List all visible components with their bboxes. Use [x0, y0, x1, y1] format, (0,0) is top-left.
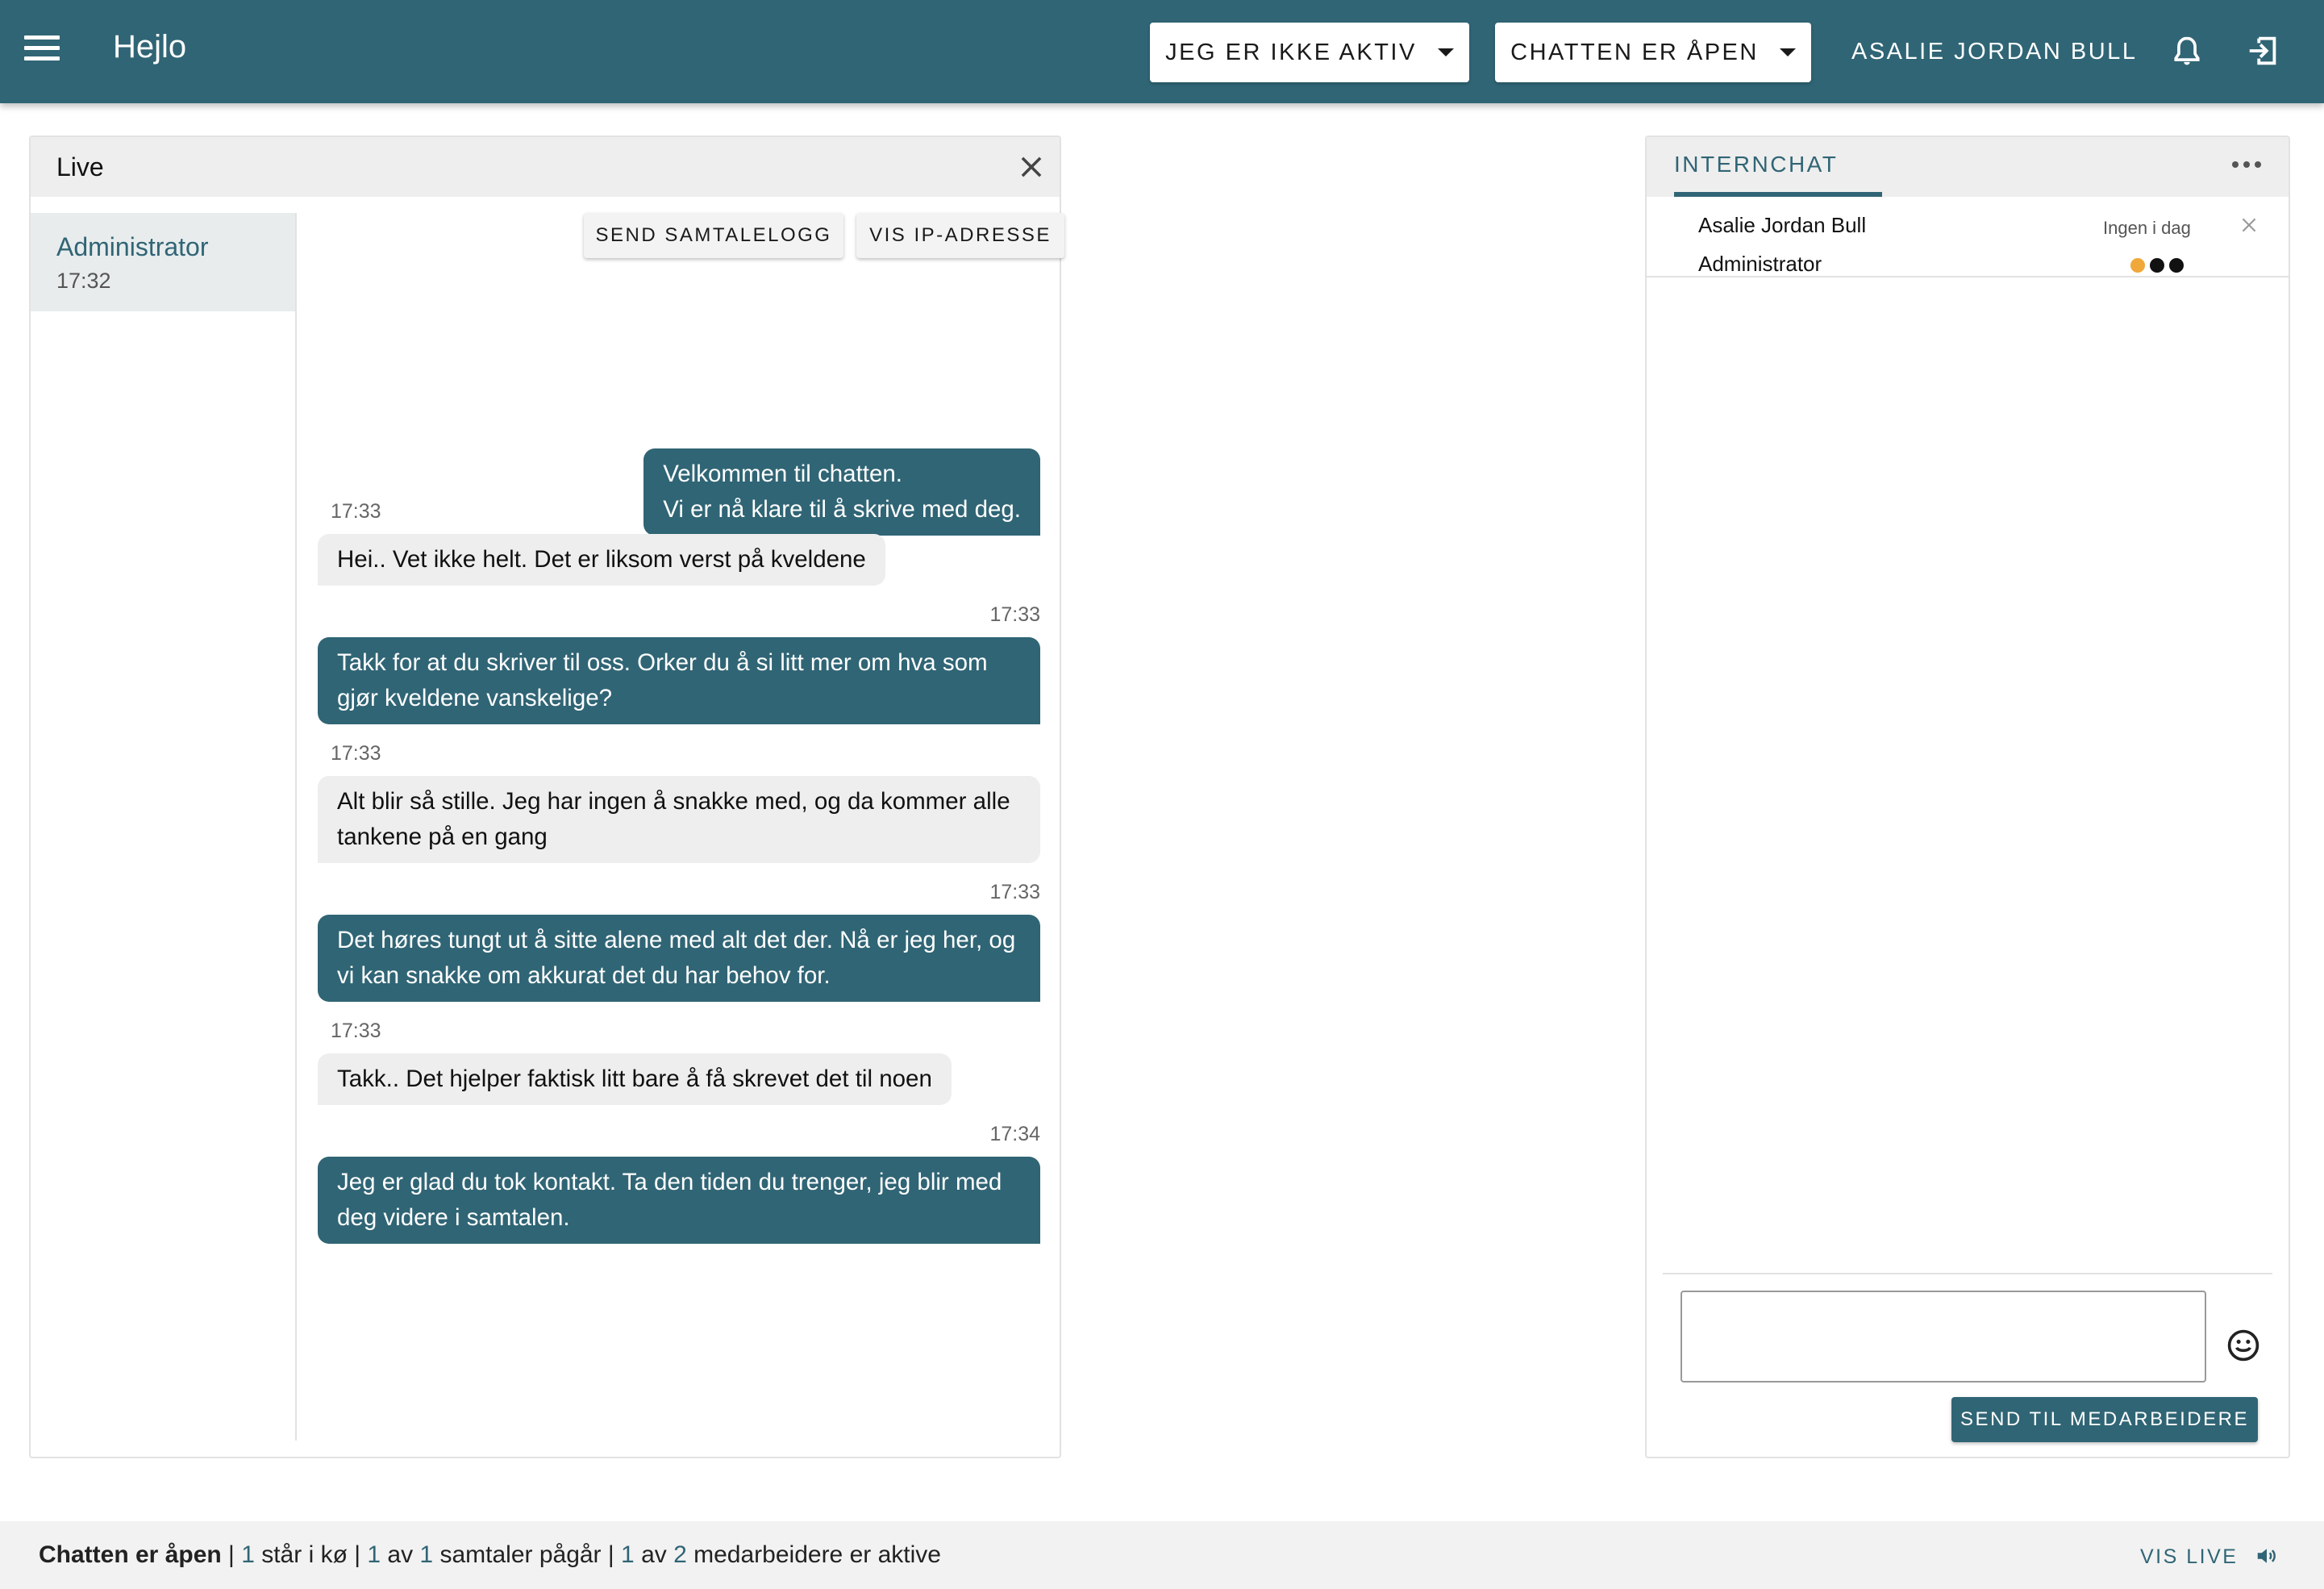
internchat-member-row: Asalie Jordan Bull Administrator Ingen i… — [1647, 197, 2289, 277]
conversations-total-count: 1 — [419, 1541, 434, 1568]
message-timestamp: 17:33 — [331, 1020, 381, 1042]
member-status: Ingen i dag — [2103, 218, 2191, 238]
bell-icon[interactable] — [2169, 34, 2205, 69]
chat-status-label: CHATTEN ER ÅPEN — [1510, 39, 1759, 65]
message-line: Velkommen til chatten. — [663, 461, 902, 487]
send-log-button[interactable]: SEND SAMTALELOGG — [584, 213, 843, 258]
active-status-label: JEG ER IKKE AKTIV — [1165, 39, 1417, 65]
chat-message-outgoing: Takk for at du skriver til oss. Orker du… — [318, 637, 1040, 724]
caret-down-icon — [1779, 48, 1796, 56]
message-timestamp: 17:33 — [989, 881, 1040, 903]
divider — [1663, 1273, 2272, 1274]
message-timestamp: 17:33 — [989, 603, 1040, 626]
caret-down-icon — [1437, 48, 1454, 56]
conversation-name: Administrator — [56, 232, 209, 261]
active-status-dropdown[interactable]: JEG ER IKKE AKTIV — [1150, 23, 1469, 82]
presence-indicator — [2130, 258, 2184, 273]
chat-message-incoming: Hei.. Vet ikke helt. Det er liksom verst… — [318, 534, 885, 586]
menu-icon[interactable] — [24, 35, 60, 68]
app-title: Hejlo — [113, 29, 187, 65]
conversation-time: 17:32 — [56, 269, 111, 293]
show-live-button[interactable]: VIS LIVE — [2140, 1545, 2238, 1569]
of-label: av — [641, 1541, 667, 1568]
chat-message-incoming: Alt blir så stille. Jeg har ingen å snak… — [318, 776, 1040, 863]
presence-dot — [2150, 258, 2164, 273]
internchat-header: INTERNCHAT — [1647, 137, 2289, 197]
chat-message-outgoing: Jeg er glad du tok kontakt. Ta den tiden… — [318, 1157, 1040, 1244]
live-panel: Live Administrator 17:32 SEND SAMTALELOG… — [29, 136, 1064, 1458]
emoji-icon[interactable] — [2226, 1328, 2261, 1363]
message-timestamp: 17:33 — [331, 500, 381, 523]
show-ip-button[interactable]: VIS IP-ADRESSE — [856, 213, 1064, 258]
status-footer: Chatten er åpen | 1 står i kø | 1 av 1 s… — [0, 1521, 2324, 1589]
chat-status-dropdown[interactable]: CHATTEN ER ÅPEN — [1495, 23, 1811, 82]
member-name: Asalie Jordan Bull — [1698, 213, 1867, 237]
conversations-active-count: 1 — [367, 1541, 381, 1568]
conversation-item[interactable]: Administrator 17:32 — [31, 213, 295, 311]
staff-active-count: 1 — [621, 1541, 635, 1568]
message-timestamp: 17:33 — [331, 742, 381, 765]
chat-message-outgoing: Det høres tungt ut å sitte alene med alt… — [318, 915, 1040, 1002]
conversations-label: samtaler pågår — [439, 1541, 602, 1568]
volume-icon[interactable] — [2255, 1544, 2279, 1568]
internchat-panel: INTERNCHAT Asalie Jordan Bull Administra… — [1645, 136, 2290, 1458]
more-options-icon[interactable] — [2232, 161, 2261, 168]
live-panel-title: Live — [56, 152, 104, 181]
chat-message-incoming: Takk.. Det hjelper faktisk litt bare å f… — [318, 1053, 952, 1105]
tab-internchat[interactable]: INTERNCHAT — [1674, 152, 1838, 177]
conversation-list: Administrator 17:32 — [31, 213, 297, 1441]
presence-dot — [2169, 258, 2184, 273]
user-menu-button[interactable]: ASALIE JORDAN BULL — [1851, 39, 2137, 65]
of-label: av — [387, 1541, 414, 1568]
close-icon[interactable] — [1016, 152, 1047, 182]
close-icon[interactable] — [2239, 215, 2259, 236]
logout-icon[interactable] — [2245, 32, 2282, 69]
send-to-staff-button[interactable]: SEND TIL MEDARBEIDERE — [1951, 1397, 2258, 1442]
message-timestamp: 17:34 — [989, 1123, 1040, 1145]
member-role: Administrator — [1698, 252, 1822, 276]
message-line: Vi er nå klare til å skrive med deg. — [663, 496, 1021, 523]
chat-message-outgoing: Velkommen til chatten. Vi er nå klare ti… — [643, 448, 1040, 536]
staff-label: medarbeidere er aktive — [693, 1541, 941, 1568]
chat-transcript: SEND SAMTALELOGG VIS IP-ADRESSE Velkomme… — [318, 213, 1064, 1441]
chat-state: Chatten er åpen — [39, 1541, 222, 1568]
staff-total-count: 2 — [673, 1541, 687, 1568]
queue-label: står i kø — [261, 1541, 348, 1568]
status-summary: Chatten er åpen | 1 står i kø | 1 av 1 s… — [39, 1541, 941, 1568]
app-bar: Hejlo JEG ER IKKE AKTIV CHATTEN ER ÅPEN … — [0, 0, 2324, 103]
presence-dot — [2130, 258, 2145, 273]
live-panel-header: Live — [31, 137, 1060, 197]
internchat-message-input[interactable] — [1681, 1291, 2206, 1383]
queue-count: 1 — [241, 1541, 255, 1568]
